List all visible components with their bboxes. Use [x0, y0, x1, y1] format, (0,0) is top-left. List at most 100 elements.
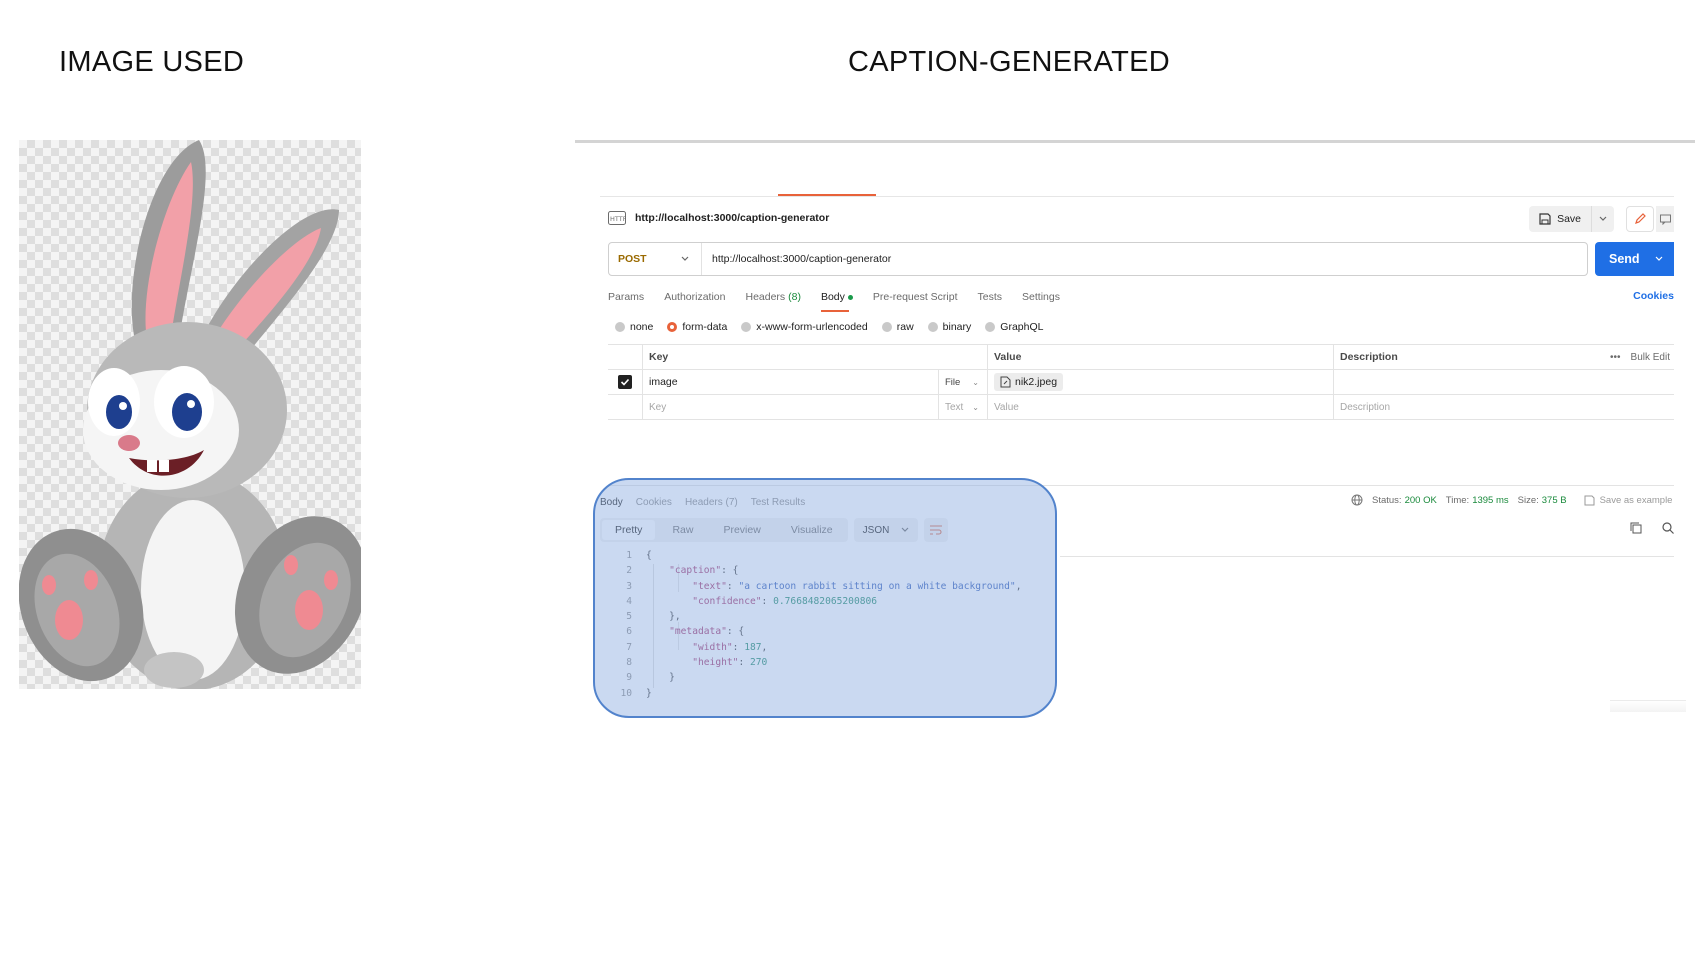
chevron-down-icon [681, 256, 689, 261]
tab-params[interactable]: Params [608, 290, 644, 312]
rabbit-illustration [19, 140, 361, 689]
size-info[interactable]: Size: 375 B [1518, 495, 1567, 506]
comments-button[interactable] [1656, 206, 1674, 232]
send-label: Send [1609, 252, 1640, 266]
punct: : [738, 657, 750, 669]
right-heading: CAPTION-GENERATED [848, 46, 1170, 78]
empty-description-cell[interactable]: Description [1334, 395, 1674, 419]
body-type-options: none form-data x-www-form-urlencoded raw… [615, 320, 1057, 334]
row-key: image [649, 376, 678, 388]
format-select[interactable]: JSON [853, 518, 919, 542]
tab-tests[interactable]: Tests [978, 290, 1003, 312]
empty-key-cell[interactable]: Key [643, 395, 939, 419]
search-icon[interactable] [1662, 522, 1674, 534]
response-json[interactable]: 1{ 2 "caption": { 3 "text": "a cartoon r… [606, 548, 1021, 701]
tab-headers-label: Headers [745, 291, 786, 303]
more-icon[interactable]: ••• [1610, 352, 1621, 363]
left-heading: IMAGE USED [59, 46, 245, 78]
header-description-label: Description [1340, 351, 1398, 363]
corner-shadow [1610, 700, 1686, 712]
header-value: Value [988, 345, 1334, 369]
file-chip[interactable]: nik2.jpeg [994, 373, 1064, 391]
radio-binary-circle [927, 322, 938, 332]
json-number: 187 [744, 641, 762, 653]
radio-form-data[interactable]: form-data [667, 321, 727, 333]
radio-raw-label: raw [896, 321, 914, 333]
view-raw[interactable]: Raw [659, 520, 706, 540]
view-visualize[interactable]: Visualize [778, 520, 846, 540]
radio-binary[interactable]: binary [927, 321, 972, 333]
header-description: Description ••• Bulk Edit [1334, 345, 1674, 369]
cookies-link[interactable]: Cookies [1633, 290, 1674, 302]
radio-graphql-circle [985, 322, 996, 332]
row-checkbox[interactable] [618, 375, 632, 389]
radio-graphql[interactable]: GraphQL [985, 321, 1043, 333]
radio-binary-label: binary [942, 321, 972, 333]
tab-prerequest-script[interactable]: Pre-request Script [873, 290, 958, 312]
code-line: 3 "text": "a cartoon rabbit sitting on a… [606, 579, 1021, 594]
tab-body[interactable]: Body [820, 290, 853, 312]
edit-button[interactable] [1626, 206, 1654, 232]
response-actions [1630, 522, 1674, 534]
url-input[interactable]: http://localhost:3000/caption-generator [702, 253, 891, 265]
globe-icon[interactable] [1351, 494, 1363, 506]
brace: }, [669, 611, 681, 623]
status-value: 200 OK [1404, 494, 1437, 506]
line-number: 8 [626, 657, 632, 669]
radio-raw[interactable]: raw [881, 321, 914, 333]
resp-tab-cookies[interactable]: Cookies [636, 497, 672, 508]
tab-divider [600, 196, 1674, 197]
save-icon [1584, 495, 1595, 505]
chevron-down-icon [1599, 216, 1607, 221]
send-button[interactable]: Send [1595, 242, 1674, 276]
form-data-table: Key Value Description ••• Bulk Edit imag… [608, 344, 1674, 420]
response-body-divider [1060, 556, 1674, 557]
tab-headers[interactable]: Headers (8) [745, 290, 800, 312]
request-title[interactable]: http://localhost:3000/caption-generator [635, 212, 829, 224]
view-preview[interactable]: Preview [710, 520, 773, 540]
rabbit-image [19, 140, 361, 689]
active-tab-indicator [778, 194, 876, 196]
radio-form-data-label: form-data [682, 321, 728, 333]
row-type-select[interactable]: File ⌄ [939, 370, 988, 394]
row-key-cell[interactable]: image [643, 370, 939, 394]
tab-authorization[interactable]: Authorization [664, 290, 725, 312]
save-options-button[interactable] [1592, 206, 1614, 232]
copy-icon[interactable] [1630, 522, 1642, 534]
method-select[interactable]: POST [609, 243, 702, 275]
chevron-down-icon [901, 527, 909, 532]
time-label: Time: [1445, 494, 1470, 506]
response-tabs: Body Cookies Headers (7) Test Results [600, 492, 818, 512]
punct: : { [726, 626, 745, 638]
time-info[interactable]: Time: 1395 ms [1446, 495, 1509, 506]
save-button[interactable]: Save [1529, 206, 1592, 232]
save-as-example-button[interactable]: Save as example [1584, 495, 1672, 506]
resp-tab-headers[interactable]: Headers (7) [685, 497, 738, 508]
json-key: "confidence" [692, 595, 762, 607]
row-description-cell[interactable] [1334, 370, 1674, 394]
radio-none[interactable]: none [615, 321, 653, 333]
resp-tab-test-results[interactable]: Test Results [751, 497, 805, 508]
tab-settings[interactable]: Settings [1022, 290, 1060, 312]
checkmark-icon [620, 378, 630, 386]
bulk-edit-link[interactable]: Bulk Edit [1631, 352, 1670, 363]
radio-none-circle [615, 322, 625, 332]
empty-value-cell[interactable]: Value [988, 395, 1334, 419]
wrap-icon [930, 525, 943, 535]
brace: } [646, 687, 652, 699]
wrap-lines-button[interactable] [924, 518, 949, 542]
radio-urlencoded[interactable]: x-www-form-urlencoded [741, 321, 868, 333]
method-label: POST [618, 253, 647, 265]
punct: , [761, 641, 768, 653]
punct: : [732, 641, 745, 653]
empty-type-select[interactable]: Text ⌄ [939, 395, 988, 419]
code-line: 5 }, [606, 609, 1021, 624]
status-info[interactable]: Status: 200 OK [1372, 495, 1437, 506]
view-pretty[interactable]: Pretty [602, 520, 656, 540]
resp-tab-body[interactable]: Body [600, 497, 623, 508]
